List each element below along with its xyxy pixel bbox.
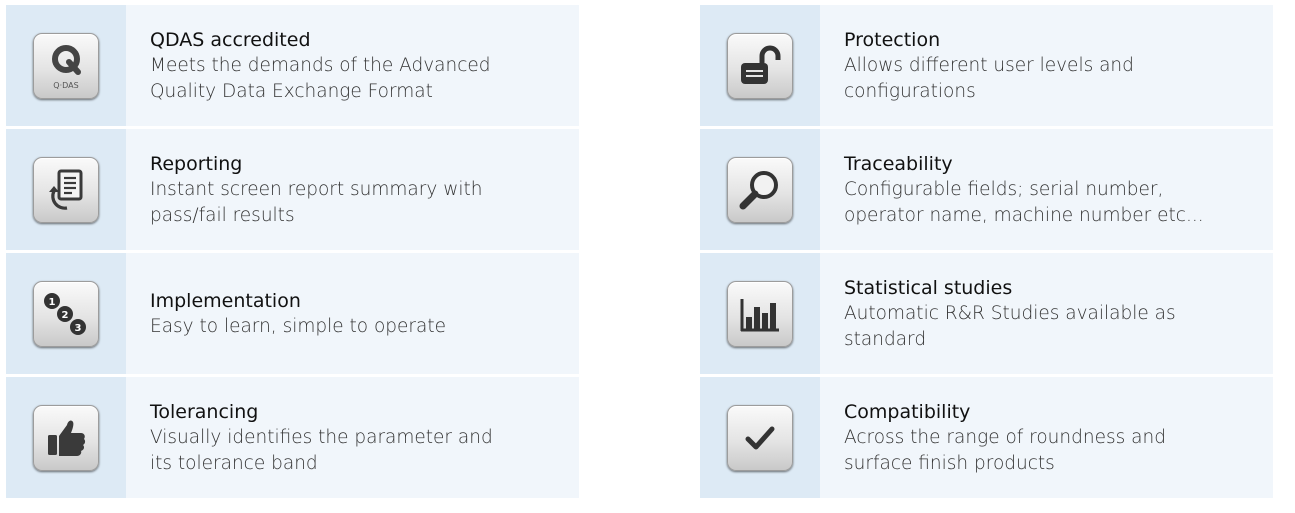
feature-desc-line: Quality Data Exchange Format <box>150 81 433 102</box>
feature-desc-line: Allows different user levels and <box>844 55 1134 76</box>
checkmark-icon <box>727 404 793 471</box>
feature-row-tolerancing: Tolerancing Visually identifies the para… <box>6 377 579 498</box>
feature-icon-panel <box>700 129 820 250</box>
feature-title: Implementation <box>150 290 301 312</box>
feature-row-reporting: Reporting Instant screen report summary … <box>6 129 579 250</box>
report-refresh-icon <box>33 156 99 223</box>
feature-title: Compatibility <box>844 401 971 423</box>
qdas-logo-icon: Q·DAS <box>33 32 99 99</box>
feature-desc-line: Easy to learn, simple to operate <box>150 316 446 337</box>
feature-desc-line: Meets the demands of the Advanced <box>150 55 491 76</box>
feature-text-panel: Protection Allows different user levels … <box>820 5 1273 126</box>
feature-text-panel: QDAS accredited Meets the demands of the… <box>126 5 579 126</box>
unlocked-padlock-icon <box>727 32 793 99</box>
feature-icon-panel <box>700 377 820 498</box>
magnifier-icon <box>727 156 793 223</box>
features-right-column: Protection Allows different user levels … <box>700 5 1273 498</box>
feature-icon-panel <box>6 129 126 250</box>
feature-row-qdas: Q·DAS QDAS accredited Meets the demands … <box>6 5 579 126</box>
qdas-logo-text: Q·DAS <box>53 81 78 90</box>
svg-text:1: 1 <box>49 297 56 308</box>
feature-row-statistical-studies: Statistical studies Automatic R&R Studie… <box>700 253 1273 374</box>
bar-chart-icon <box>727 280 793 347</box>
feature-title: QDAS accredited <box>150 29 311 51</box>
feature-text-panel: Traceability Configurable fields; serial… <box>820 129 1273 250</box>
feature-desc-line: configurations <box>844 81 976 102</box>
feature-desc-line: Instant screen report summary with <box>150 179 483 200</box>
feature-icon-panel <box>700 253 820 374</box>
feature-desc-line: Automatic R&R Studies available as <box>844 303 1176 324</box>
feature-row-protection: Protection Allows different user levels … <box>700 5 1273 126</box>
feature-desc-line: Across the range of roundness and <box>844 427 1166 448</box>
feature-title: Traceability <box>844 153 953 175</box>
feature-desc-line: its tolerance band <box>150 453 318 474</box>
feature-icon-panel: Q·DAS <box>6 5 126 126</box>
svg-text:3: 3 <box>75 323 82 334</box>
feature-row-traceability: Traceability Configurable fields; serial… <box>700 129 1273 250</box>
feature-text-panel: Implementation Easy to learn, simple to … <box>126 253 579 374</box>
feature-desc-line: surface finish products <box>844 453 1055 474</box>
feature-desc-line: Configurable fields; serial number, <box>844 179 1164 200</box>
feature-text-panel: Reporting Instant screen report summary … <box>126 129 579 250</box>
feature-desc-line: Visually identifies the parameter and <box>150 427 493 448</box>
feature-title: Statistical studies <box>844 277 1013 299</box>
feature-icon-panel <box>6 377 126 498</box>
feature-text-panel: Tolerancing Visually identifies the para… <box>126 377 579 498</box>
numbered-steps-icon: 1 2 3 <box>33 280 99 347</box>
feature-icon-panel: 1 2 3 <box>6 253 126 374</box>
thumbs-up-icon <box>33 404 99 471</box>
feature-row-implementation: 1 2 3 Implementation Easy to learn, simp… <box>6 253 579 374</box>
feature-title: Reporting <box>150 153 243 175</box>
feature-row-compatibility: Compatibility Across the range of roundn… <box>700 377 1273 498</box>
features-left-column: Q·DAS QDAS accredited Meets the demands … <box>6 5 579 498</box>
feature-desc-line: pass/fail results <box>150 205 295 226</box>
feature-text-panel: Compatibility Across the range of roundn… <box>820 377 1273 498</box>
feature-text-panel: Statistical studies Automatic R&R Studie… <box>820 253 1273 374</box>
feature-title: Tolerancing <box>150 401 259 423</box>
feature-desc-line: standard <box>844 329 927 350</box>
feature-icon-panel <box>700 5 820 126</box>
svg-text:2: 2 <box>62 310 69 321</box>
feature-desc-line: operator name, machine number etc... <box>844 205 1204 226</box>
feature-title: Protection <box>844 29 941 51</box>
